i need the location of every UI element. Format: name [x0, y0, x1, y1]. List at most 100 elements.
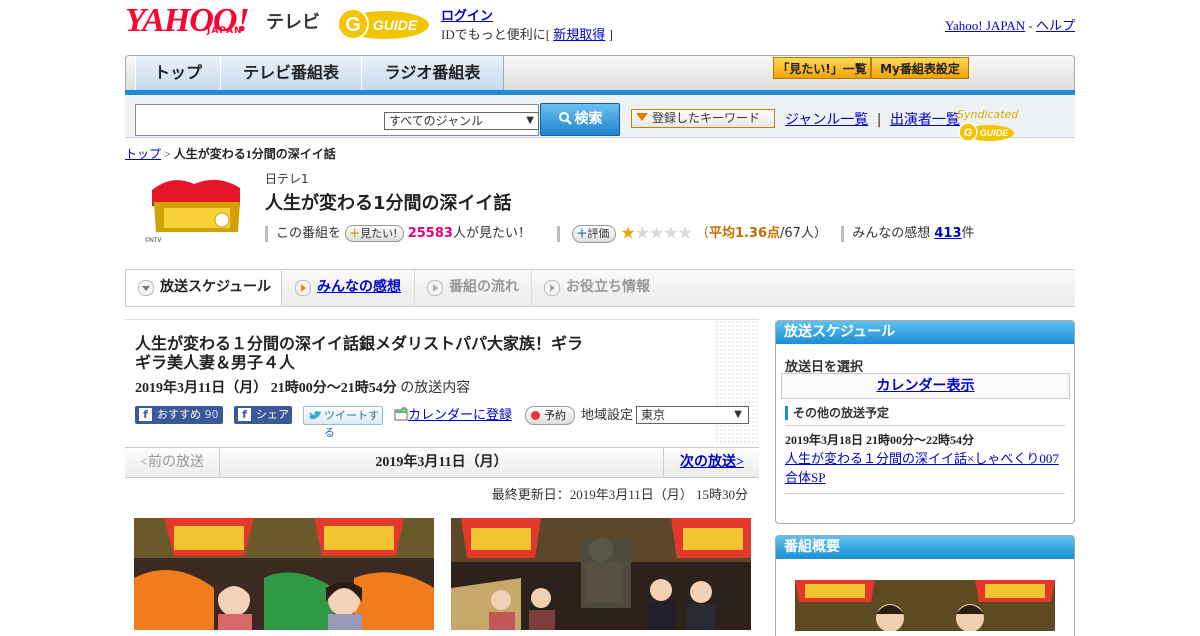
gguide-small-logo: G GUIDE — [958, 122, 1014, 142]
signup-link[interactable]: 新規取得 — [553, 27, 605, 42]
social-row: f おすすめ 90 f シェア ツイートする + カレンダーに登録 予約 地域設定 … — [135, 405, 755, 439]
login-link[interactable]: ログイン — [441, 8, 493, 23]
mitai-button[interactable]: ＋見たい! — [345, 225, 404, 242]
yahoo-japan-link[interactable]: Yahoo! JAPAN — [945, 18, 1025, 33]
calendar-register-link[interactable]: カレンダーに登録 — [408, 408, 512, 423]
service-name: テレビ — [266, 12, 320, 33]
triangle-down-icon — [636, 113, 648, 121]
svg-text:GUIDE: GUIDE — [373, 17, 418, 33]
rating-star-icon: ★ — [620, 223, 636, 244]
tab-useful-info[interactable]: お役立ち情報 — [532, 270, 662, 306]
tab-schedule[interactable]: 放送スケジュール — [125, 269, 282, 306]
avg-open: （ — [695, 226, 709, 241]
divider — [785, 425, 1065, 426]
reserve-button[interactable]: 予約 — [525, 406, 575, 425]
kansou-suffix: 件 — [961, 226, 975, 241]
yahoo-logo-japan: JAPAN — [207, 26, 243, 36]
performer-list-link[interactable]: 出演者一覧 — [890, 112, 960, 128]
info-separator — [557, 225, 561, 242]
sidebar-overview: 番組概要 — [775, 535, 1075, 636]
genre-list-link[interactable]: ジャンル一覧 — [785, 112, 868, 128]
rate-button-label: 評価 — [587, 226, 610, 240]
region-label: 地域設定 — [581, 408, 634, 423]
search-links-divider: | — [876, 112, 882, 128]
kono-bangumi-label: この番組を — [276, 226, 342, 241]
avg-count: /67人） — [780, 226, 827, 241]
nav-tab-top[interactable]: トップ — [135, 56, 221, 91]
search-icon — [558, 112, 572, 125]
fb-share-button[interactable]: f シェア — [234, 406, 292, 424]
plus-icon: ＋ — [349, 227, 361, 240]
rating-star-icon: ★ — [663, 223, 678, 244]
header-link-sep: - — [1028, 18, 1033, 33]
fb-recommend-label: おすすめ — [157, 408, 201, 421]
nav-tab-tv-schedule[interactable]: テレビ番組表 — [220, 56, 362, 91]
facebook-icon: f — [238, 408, 251, 421]
search-links: ジャンル一覧 | 出演者一覧 — [785, 109, 960, 129]
kansou-label: みんなの感想 — [852, 226, 931, 241]
tweet-button[interactable]: ツイートする — [303, 406, 383, 439]
tab-useful-info-label: お役立ち情報 — [566, 279, 650, 295]
login-area: ログイン IDでもっと便利に[ 新規取得 ] — [441, 5, 613, 43]
fb-recommend-button[interactable]: f おすすめ 90 — [135, 406, 223, 424]
program-title: 人生が変わる1分間の深イイ話 — [265, 193, 512, 214]
keyword-button[interactable]: 登録したキーワード — [631, 109, 775, 128]
reserve-label: 予約 — [544, 409, 566, 422]
search-button-label: 検索 — [574, 111, 603, 127]
mitai-list-button[interactable]: 「見たい!」一覧 — [773, 57, 871, 79]
help-link[interactable]: ヘルプ — [1036, 18, 1075, 33]
channel-name: 日テレ1 — [265, 172, 309, 186]
mitai-suffix: 人が見たい！ — [452, 226, 531, 241]
program-info-row: この番組を ＋見たい! 25583人が見たい！ ＋評価 ★★★★★ （平均1.3… — [265, 222, 975, 244]
sidebar-overview-heading: 番組概要 — [776, 536, 1074, 559]
svg-text:G: G — [345, 14, 361, 36]
calendar-display-link[interactable]: カレンダー表示 — [877, 378, 975, 394]
keyword-button-label: 登録したキーワード — [652, 111, 761, 125]
episode-photo-2[interactable] — [451, 518, 751, 630]
calendar-display-box: カレンダー表示 — [781, 373, 1070, 399]
sidebar-schedule: 放送スケジュール 放送日を選択 カレンダー表示 その他の放送予定 2019年3月… — [775, 320, 1075, 524]
rating-star-icon: ★ — [634, 223, 650, 244]
nav-tab-radio-schedule[interactable]: ラジオ番組表 — [361, 56, 504, 91]
rating-stars: ★★★★★ — [620, 223, 693, 244]
tab-schedule-label: 放送スケジュール — [160, 279, 272, 295]
twitter-icon — [309, 411, 321, 420]
calendar-register[interactable]: + カレンダーに登録 — [394, 406, 512, 425]
play-arrow-icon — [295, 280, 311, 296]
rating-star-icon: ★ — [649, 223, 664, 244]
region-select[interactable]: 東京 ▼ — [636, 406, 749, 424]
chevron-down-icon — [138, 280, 154, 296]
kansou-count-link[interactable]: 413 — [934, 226, 961, 241]
program-thumbnail[interactable]: ©NTV — [142, 172, 248, 244]
thumbnail-caption: ©NTV — [145, 237, 161, 244]
breadcrumb: トップ > 人生が変わる1分間の深イイ話 — [125, 145, 336, 162]
episode-photo-1[interactable] — [134, 518, 434, 630]
sidebar-schedule-heading: 放送スケジュール — [776, 321, 1074, 344]
syndicated-gguide: Syndicated G GUIDE — [957, 108, 1075, 143]
svg-text:GUIDE: GUIDE — [980, 128, 1010, 138]
next-broadcast-link[interactable]: 次の放送> — [663, 448, 760, 477]
my-schedule-button[interactable]: My番組表設定 — [871, 57, 969, 79]
prev-broadcast: <前の放送 — [125, 448, 220, 477]
overview-photo[interactable] — [795, 580, 1055, 631]
login-prompt: IDでもっと便利に[ — [441, 27, 551, 42]
signup-suffix: ] — [608, 27, 613, 42]
other-broadcast-link[interactable]: 人生が変わる１分間の深イイ話×しゃべくり007合体SP — [785, 451, 1059, 485]
svg-text:G: G — [964, 127, 973, 139]
program-tabs: 放送スケジュール みんなの感想 番組の流れ お役立ち情報 — [125, 269, 1075, 307]
breadcrumb-top-link[interactable]: トップ — [125, 147, 161, 161]
genre-select-value: すべてのジャンル — [389, 114, 484, 128]
genre-select[interactable]: すべてのジャンル ▼ — [384, 112, 539, 130]
chevron-down-icon: ▼ — [526, 115, 534, 126]
tab-reviews[interactable]: みんなの感想 — [283, 270, 415, 306]
tab-program-flow[interactable]: 番組の流れ — [415, 270, 532, 306]
search-button[interactable]: 検索 — [540, 103, 620, 136]
rating-star-icon: ★ — [677, 223, 693, 244]
main-nav: トップ テレビ番組表 ラジオ番組表 「見たい!」一覧 My番組表設定 — [125, 55, 1075, 92]
region-select-value: 東京 — [641, 408, 666, 422]
header-links: Yahoo! JAPAN - ヘルプ — [945, 15, 1075, 34]
mitai-button-label: 見たい! — [360, 227, 398, 240]
gguide-logo: G GUIDE — [337, 8, 429, 40]
breadcrumb-current: 人生が変わる1分間の深イイ話 — [173, 147, 336, 161]
rate-button[interactable]: ＋評価 — [572, 224, 617, 243]
